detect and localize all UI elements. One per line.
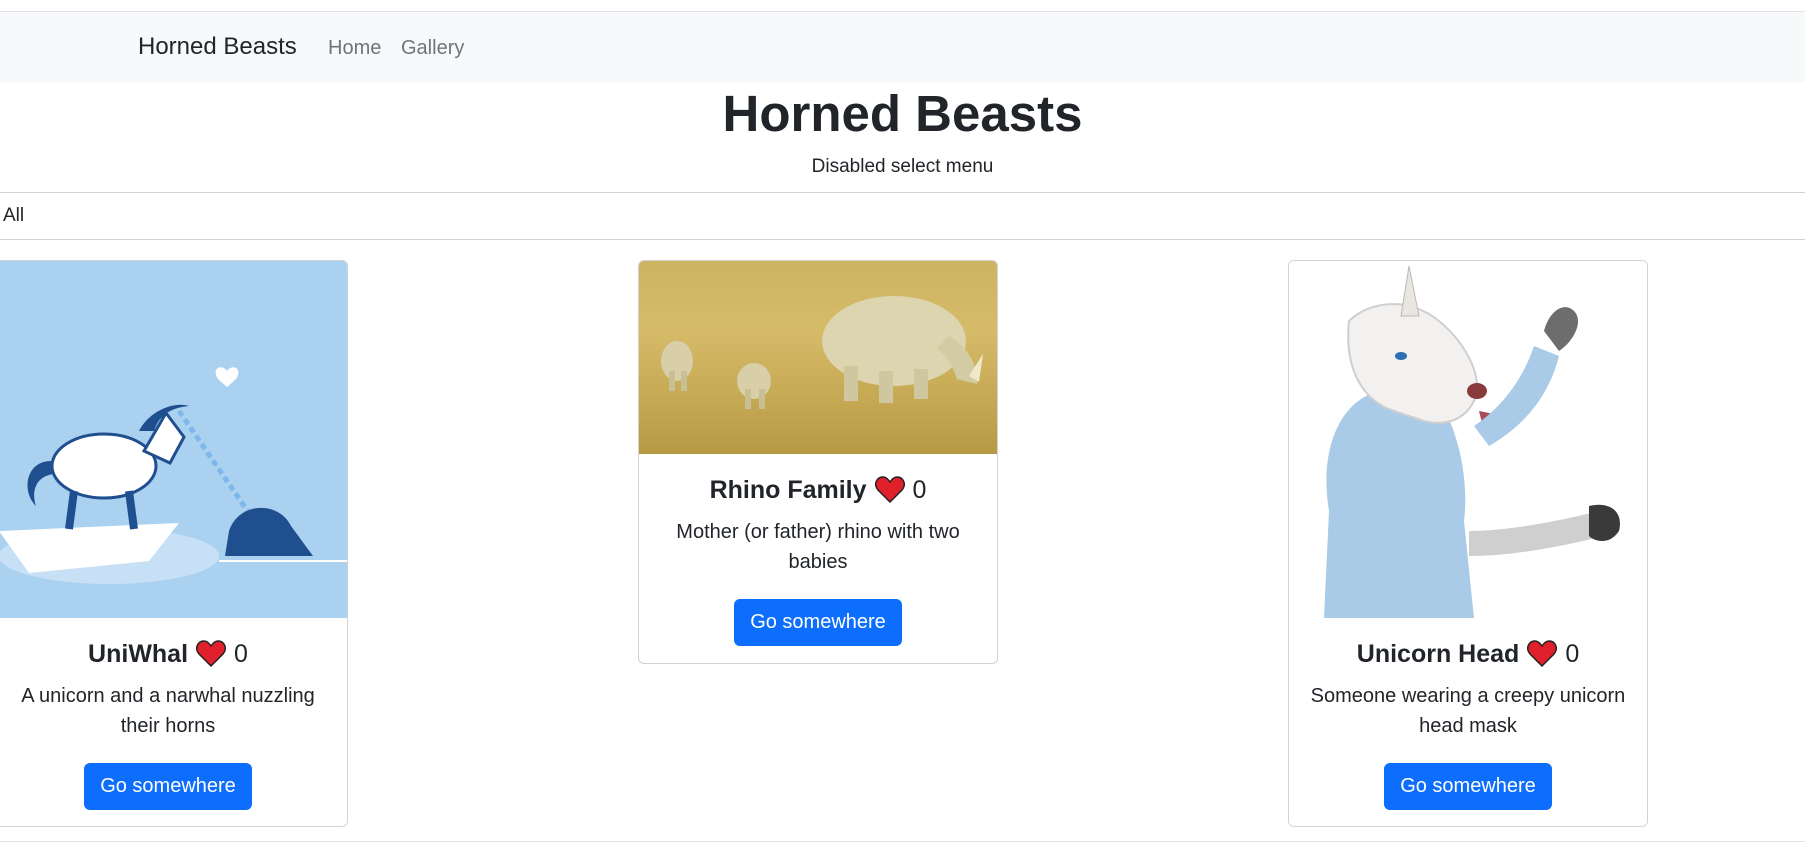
rhino-family-image[interactable] xyxy=(639,261,997,454)
like-count: 0 xyxy=(912,475,927,504)
card-title-text: Unicorn Head xyxy=(1356,639,1520,668)
unicorn-mask-illustration xyxy=(1324,265,1620,618)
card-title-text: Rhino Family xyxy=(709,475,867,504)
heart-icon[interactable] xyxy=(874,476,905,504)
navbar-brand[interactable]: Horned Beasts xyxy=(138,33,297,61)
filter-select-value: All xyxy=(3,205,25,226)
card-title: UniWhal 0 xyxy=(9,618,327,671)
unicorn-head-image[interactable] xyxy=(1289,261,1647,618)
go-somewhere-button[interactable]: Go somewhere xyxy=(1384,763,1552,810)
navbar: Horned Beasts Home Gallery xyxy=(0,12,1805,82)
heart-icon[interactable] xyxy=(1527,640,1558,668)
uniwhal-image[interactable] xyxy=(0,261,347,618)
card-title-text: UniWhal xyxy=(88,639,189,668)
go-somewhere-button[interactable]: Go somewhere xyxy=(84,763,252,810)
card-description: A unicorn and a narwhal nuzzling their h… xyxy=(21,685,315,737)
card-description: Mother (or father) rhino with two babies xyxy=(676,521,960,573)
like-count: 0 xyxy=(234,639,248,668)
filter-select[interactable]: All xyxy=(0,192,1805,240)
uniwhal-illustration xyxy=(0,367,347,584)
nav-link-gallery[interactable]: Gallery xyxy=(401,37,464,60)
card-title: Rhino Family 0 xyxy=(659,454,977,507)
beast-card-rhino-family: Rhino Family 0 Mother (or father) rhino … xyxy=(638,260,998,664)
go-somewhere-button[interactable]: Go somewhere xyxy=(734,599,902,646)
card-description: Someone wearing a creepy unicorn head ma… xyxy=(1310,685,1626,737)
page-title: Horned Beasts xyxy=(722,85,1083,142)
like-count: 0 xyxy=(1565,639,1580,668)
card-title: Unicorn Head 0 xyxy=(1309,618,1627,671)
rhino-illustration xyxy=(661,296,983,409)
beast-card-unicorn-head: Unicorn Head 0 Someone wearing a creepy … xyxy=(1288,260,1648,827)
beast-card-uniwhal: UniWhal 0 A unicorn and a narwhal nuzzli… xyxy=(0,260,348,827)
heart-icon[interactable] xyxy=(196,640,226,668)
nav-link-home[interactable]: Home xyxy=(328,37,381,60)
select-label: Disabled select menu xyxy=(811,156,994,177)
bottom-divider xyxy=(0,841,1805,842)
